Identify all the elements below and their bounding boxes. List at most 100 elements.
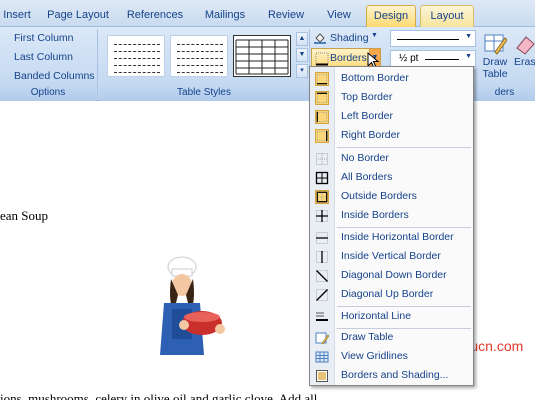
borders-icon xyxy=(315,52,329,66)
checkbox-icon xyxy=(0,50,10,60)
chevron-down-icon: ▼ xyxy=(371,32,378,39)
gallery-scroll-up[interactable]: ▲ xyxy=(296,32,308,46)
table-style-thumb-grid[interactable] xyxy=(233,35,291,77)
checkbox-icon xyxy=(0,69,10,79)
menu-item-label: Inside Horizontal Border xyxy=(341,231,454,243)
menu-item-horizontal-line[interactable]: Horizontal Line xyxy=(310,307,473,326)
tab-design[interactable]: Design xyxy=(366,5,416,27)
menu-item-label: View Gridlines xyxy=(341,350,408,362)
menu-item-draw-table[interactable]: Draw Table xyxy=(310,328,473,347)
menu-item-borders-and-shading[interactable]: Borders and Shading... xyxy=(310,366,473,385)
checkbox-icon xyxy=(0,31,10,41)
table-style-thumb[interactable] xyxy=(107,35,165,77)
ribbon-tab-bar: Insert Page Layout References Mailings R… xyxy=(0,0,535,27)
tab-layout[interactable]: Layout xyxy=(420,5,474,27)
eraser-button[interactable]: Eras xyxy=(514,32,535,84)
menu-item-diagonal-up-border[interactable]: Diagonal Up Border xyxy=(310,285,473,304)
menu-item-outside-borders[interactable]: Outside Borders xyxy=(310,187,473,206)
top-border-icon xyxy=(315,91,329,105)
outside-borders-icon xyxy=(315,190,329,204)
menu-item-label: Bottom Border xyxy=(341,72,409,84)
inside-horizontal-border-icon xyxy=(316,232,328,244)
menu-item-label: Draw Table xyxy=(341,331,394,343)
menu-item-all-borders[interactable]: All Borders xyxy=(310,168,473,187)
horizontal-line-icon xyxy=(316,312,328,321)
banded-columns-checkbox[interactable]: Banded Columns xyxy=(0,69,95,82)
tab-references[interactable]: References xyxy=(124,5,186,27)
first-column-checkbox[interactable]: First Column xyxy=(0,31,74,44)
options-group: First Column Last Column Banded Columns … xyxy=(0,27,96,101)
table-styles-caption: Table Styles xyxy=(99,86,309,101)
menu-item-right-border[interactable]: Right Border xyxy=(310,126,473,145)
draw-borders-caption: ders xyxy=(474,86,535,101)
shading-label: Shading xyxy=(330,32,369,44)
menu-item-label: No Border xyxy=(341,152,389,164)
shading-button[interactable]: Shading ▼ xyxy=(313,31,379,47)
tab-review[interactable]: Review xyxy=(264,5,308,27)
left-border-icon xyxy=(315,110,329,124)
bottom-border-icon xyxy=(315,72,329,86)
menu-item-inside-vertical-border[interactable]: Inside Vertical Border xyxy=(310,247,473,266)
menu-item-label: Horizontal Line xyxy=(341,310,412,322)
table-style-thumb[interactable] xyxy=(170,35,228,77)
menu-item-label: Outside Borders xyxy=(341,190,417,202)
menu-item-label: Right Border xyxy=(341,129,400,141)
diagonal-down-border-icon xyxy=(316,270,328,282)
menu-item-diagonal-down-border[interactable]: Diagonal Down Border xyxy=(310,266,473,285)
tab-view[interactable]: View xyxy=(320,5,358,27)
gallery-more-button[interactable]: ▾ xyxy=(296,64,308,78)
menu-item-left-border[interactable]: Left Border xyxy=(310,107,473,126)
tab-insert[interactable]: Insert xyxy=(0,5,34,27)
draw-table-button[interactable]: Draw Table xyxy=(480,32,510,84)
inside-borders-icon xyxy=(316,210,328,222)
borders-dropdown-menu: Bottom Border Top Border Left Border Rig… xyxy=(309,66,474,386)
right-border-icon xyxy=(315,129,329,143)
borders-shading-icon xyxy=(316,370,328,382)
chevron-down-icon: ▼ xyxy=(465,33,472,40)
document-text-line: ions, mushrooms, celery in olive oil and… xyxy=(0,391,318,400)
pen-weight-select[interactable]: ½ pt ▼ xyxy=(390,50,476,67)
all-borders-icon xyxy=(315,171,329,185)
menu-item-label: Borders and Shading... xyxy=(341,369,449,381)
menu-item-label: Diagonal Down Border xyxy=(341,269,447,281)
menu-item-top-border[interactable]: Top Border xyxy=(310,88,473,107)
eraser-icon xyxy=(516,36,535,55)
gridlines-icon xyxy=(315,351,329,363)
menu-item-label: Top Border xyxy=(341,91,393,103)
table-styles-group: Table Styles xyxy=(99,27,309,101)
paint-bucket-icon xyxy=(314,33,326,44)
menu-item-label: Inside Vertical Border xyxy=(341,250,441,262)
menu-item-label: Diagonal Up Border xyxy=(341,288,434,300)
menu-item-inside-horizontal-border[interactable]: Inside Horizontal Border xyxy=(310,228,473,247)
draw-table-label-1: Draw xyxy=(482,56,508,68)
group-divider xyxy=(97,29,98,99)
draw-table-label-2: Table xyxy=(482,68,508,80)
pencil-table-icon xyxy=(484,34,507,55)
menu-item-label: Inside Borders xyxy=(341,209,409,221)
chef-girl-image xyxy=(160,256,225,355)
document-text-line: ean Soup xyxy=(0,208,49,223)
inside-vertical-border-icon xyxy=(316,251,328,263)
chevron-down-icon: ▼ xyxy=(465,53,472,60)
tab-mailings[interactable]: Mailings xyxy=(198,5,252,27)
eraser-label: Eras xyxy=(514,56,535,68)
tab-page-layout[interactable]: Page Layout xyxy=(42,5,114,27)
last-column-label: Last Column xyxy=(14,51,73,63)
last-column-checkbox[interactable]: Last Column xyxy=(0,50,73,63)
menu-item-view-gridlines[interactable]: View Gridlines xyxy=(310,347,473,366)
first-column-label: First Column xyxy=(14,32,74,44)
banded-columns-label: Banded Columns xyxy=(14,70,95,82)
pen-style-select[interactable]: ▼ xyxy=(390,30,476,47)
menu-item-label: All Borders xyxy=(341,171,393,183)
menu-item-label: Left Border xyxy=(341,110,393,122)
menu-separator xyxy=(337,147,471,148)
grid-table-preview xyxy=(235,39,289,75)
menu-item-no-border[interactable]: No Border xyxy=(310,149,473,168)
diagonal-up-border-icon xyxy=(316,289,328,301)
menu-item-bottom-border[interactable]: Bottom Border xyxy=(310,69,473,88)
borders-label: Borders xyxy=(330,52,367,64)
pen-weight-value: ½ pt xyxy=(399,53,419,64)
gallery-scroll-down[interactable]: ▼ xyxy=(296,48,308,62)
draw-table-icon xyxy=(315,332,329,345)
menu-item-inside-borders[interactable]: Inside Borders xyxy=(310,206,473,225)
